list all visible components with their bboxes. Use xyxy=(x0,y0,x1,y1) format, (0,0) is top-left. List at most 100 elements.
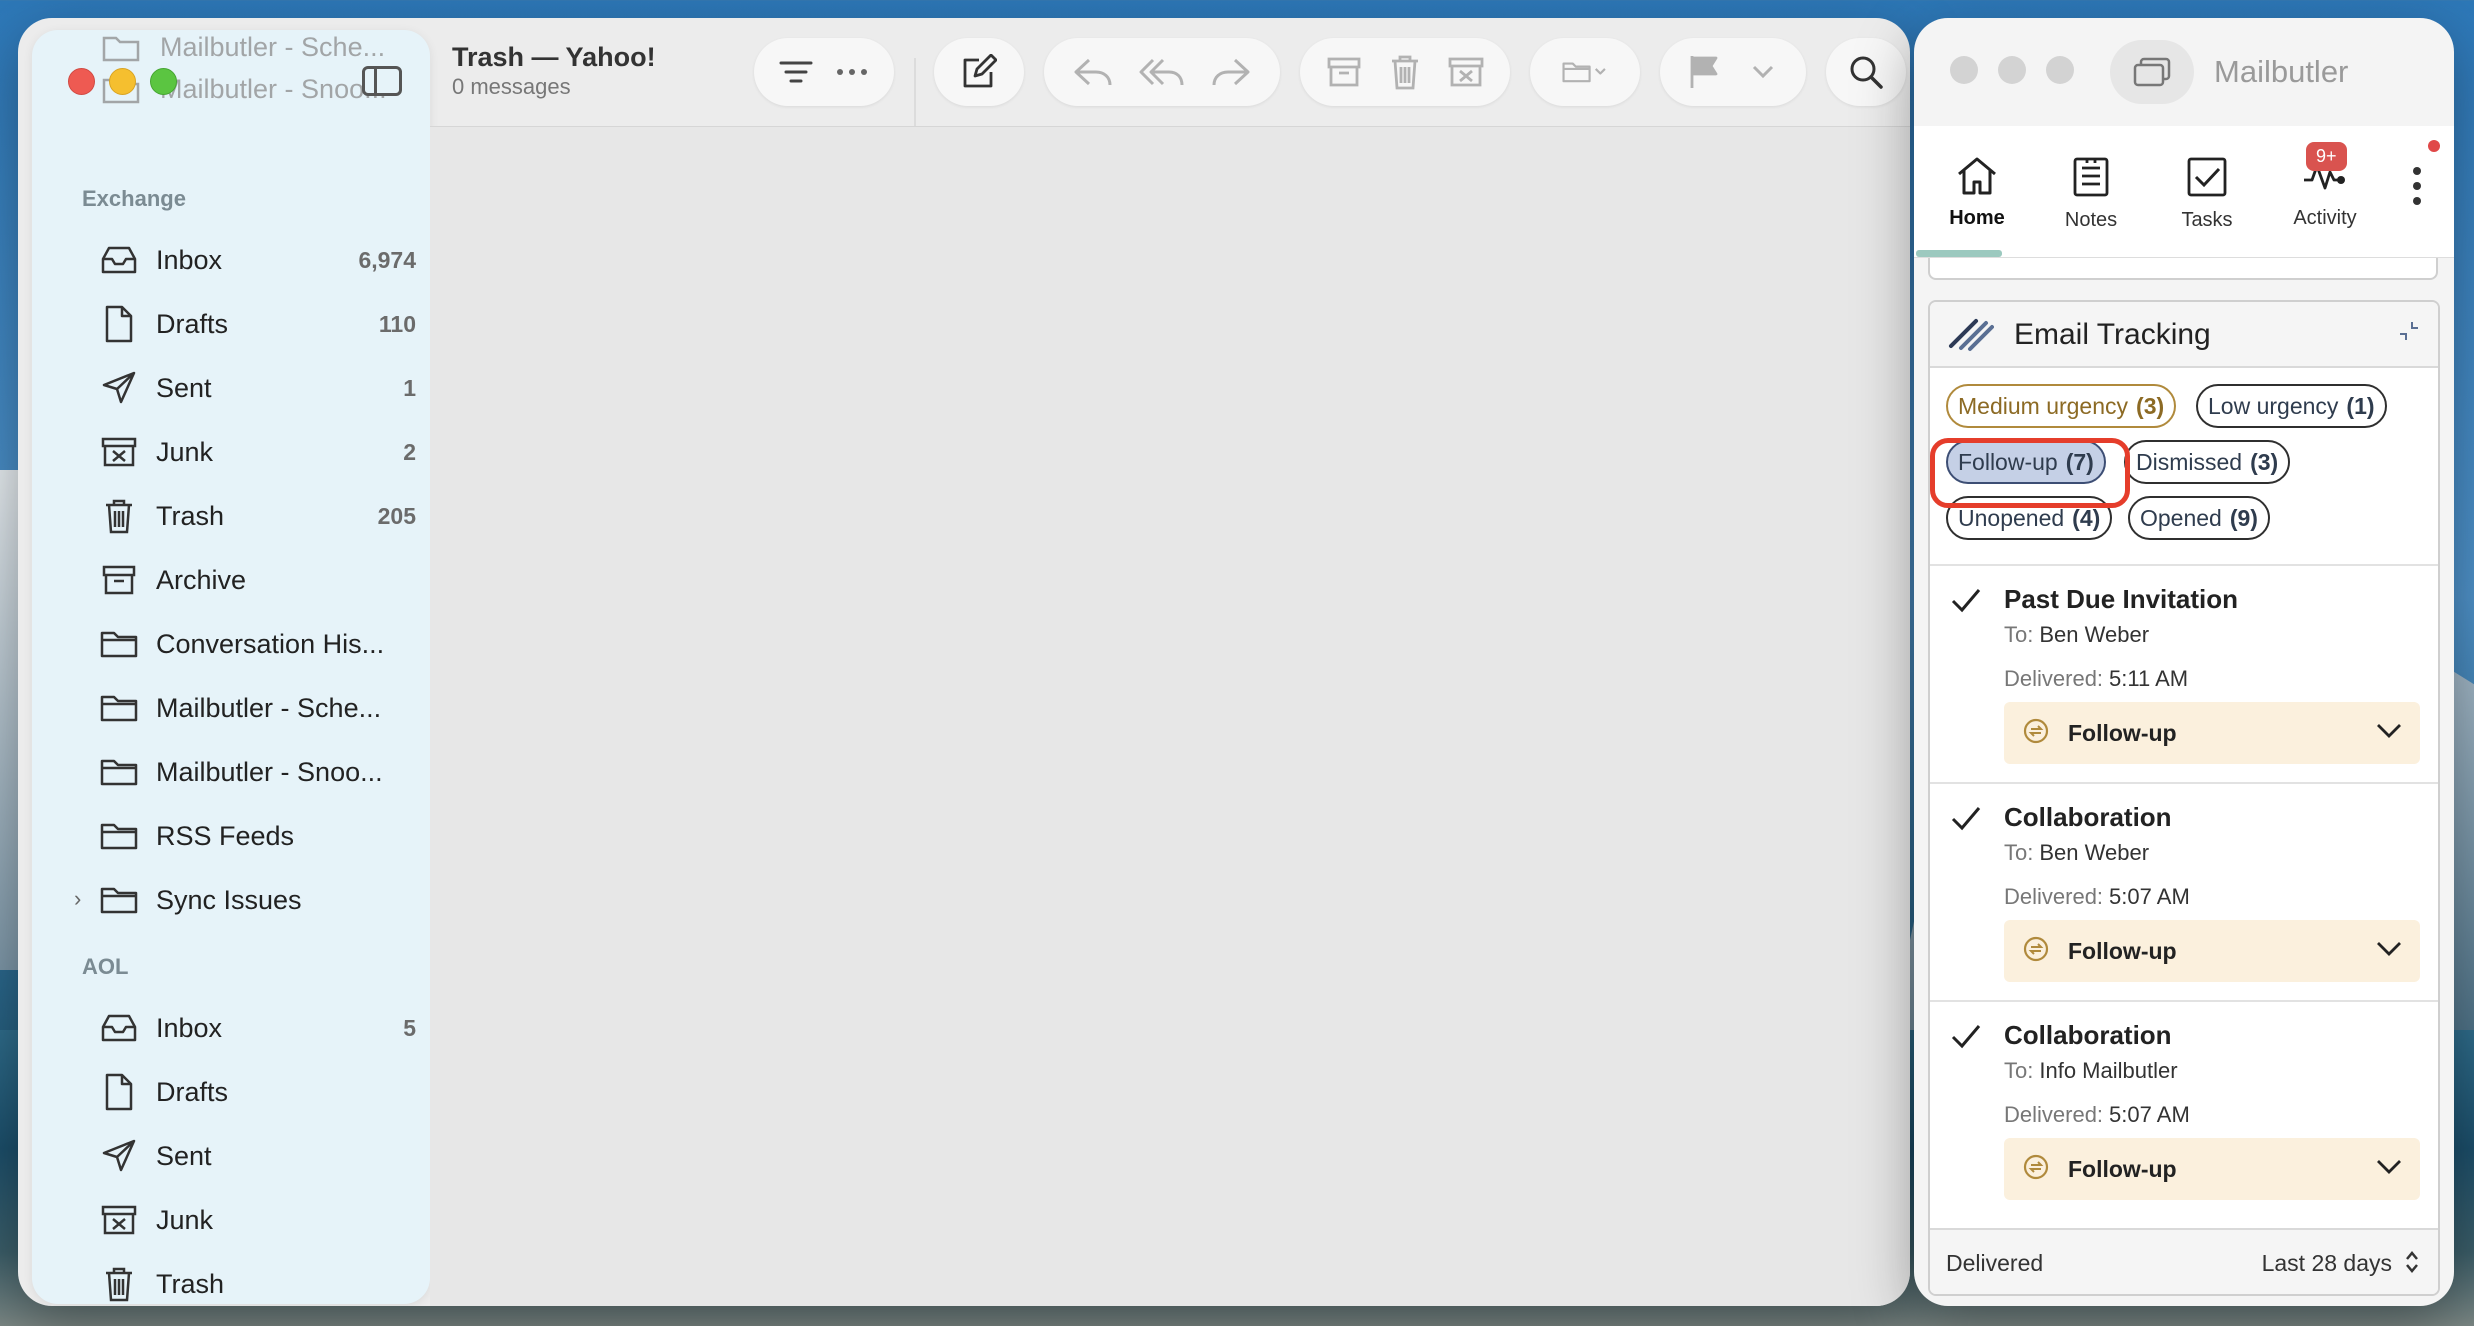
tracked-email-item[interactable]: Collaboration To: Info Mailbutler Deliver… xyxy=(1930,1000,2438,1218)
tracked-email-item[interactable]: Past Due Invitation To: Ben Weber Deliver… xyxy=(1930,564,2438,782)
paperplane-icon xyxy=(98,367,140,409)
collapse-icon[interactable] xyxy=(2396,318,2422,349)
filter-chip-opened[interactable]: Opened (9) xyxy=(2128,496,2270,540)
email-recipient: To: Ben Weber xyxy=(2004,622,2150,647)
close-window-button[interactable] xyxy=(1950,56,1978,84)
mailbutler-content: Email Tracking Medium urgency (3) Low urg… xyxy=(1928,258,2440,1306)
sidebar-item-exchange-conversation-history[interactable]: Conversation His... xyxy=(98,616,416,672)
tab-activity-label: Activity xyxy=(2293,207,2357,229)
follow-up-dropdown[interactable]: Follow-up xyxy=(2004,920,2420,982)
sidebar-item-exchange-drafts[interactable]: Drafts 110 xyxy=(98,296,416,352)
chevron-down-icon xyxy=(2376,1159,2402,1180)
sidebar-item-exchange-junk[interactable]: Junk 2 xyxy=(98,424,416,480)
updown-chevron-icon[interactable] xyxy=(2404,1248,2420,1281)
trash-icon[interactable] xyxy=(1382,49,1428,95)
sidebar-item-exchange-sent[interactable]: Sent 1 xyxy=(98,360,416,416)
sidebar-item-exchange-archive[interactable]: Archive xyxy=(98,552,416,608)
filter-chip-low-urgency[interactable]: Low urgency (1) xyxy=(2196,384,2387,428)
notification-dot xyxy=(2428,140,2440,152)
junk-icon[interactable] xyxy=(1443,49,1489,95)
sidebar-item-exchange-mailbutler-scheduled[interactable]: Mailbutler - Sche... xyxy=(98,680,416,736)
document-icon xyxy=(98,303,140,345)
toolbar-reply-group xyxy=(1044,38,1280,106)
home-icon xyxy=(1958,157,1996,195)
previous-card-edge xyxy=(1928,258,2438,280)
active-tab-indicator xyxy=(1916,250,2002,257)
reply-icon[interactable] xyxy=(1070,49,1116,95)
double-check-icon xyxy=(1948,316,1994,357)
minimize-window-button[interactable] xyxy=(1998,56,2026,84)
sidebar-item-exchange-mailbutler-snoozed[interactable]: Mailbutler - Snoo... xyxy=(98,744,416,800)
follow-up-dropdown[interactable]: Follow-up xyxy=(2004,702,2420,764)
sidebar-item-exchange-trash[interactable]: Trash 205 xyxy=(98,488,416,544)
chevron-down-icon xyxy=(2376,941,2402,962)
close-window-button[interactable] xyxy=(68,68,95,95)
toolbar-archive-group xyxy=(1300,38,1510,106)
filter-chip-dismissed[interactable]: Dismissed (3) xyxy=(2124,440,2291,484)
compose-icon[interactable] xyxy=(956,49,1002,95)
email-tracking-header: Email Tracking xyxy=(1930,302,2438,368)
archive-icon xyxy=(98,559,140,601)
chevron-down-icon xyxy=(2376,723,2402,744)
sidebar-item-aol-junk[interactable]: Junk xyxy=(98,1192,416,1248)
toolbar-filter-group xyxy=(754,38,894,106)
tracking-footer: Delivered Last 28 days xyxy=(1930,1228,2438,1294)
mailbutler-window: Mailbutler Home Notes Tasks Activity 9+ xyxy=(1914,18,2454,1306)
sidebar-item-exchange-rss-feeds[interactable]: RSS Feeds xyxy=(98,808,416,864)
archive-icon[interactable] xyxy=(1321,49,1367,95)
sidebar-item-aol-trash[interactable]: Trash xyxy=(98,1256,416,1304)
checkmark-icon xyxy=(1950,804,1982,837)
minimize-window-button[interactable] xyxy=(109,68,136,95)
folder-icon xyxy=(98,687,140,729)
toolbar-move-group xyxy=(1530,38,1640,106)
follow-up-icon xyxy=(2022,1153,2050,1186)
window-switch-icon[interactable] xyxy=(2110,40,2194,104)
more-vertical-icon[interactable] xyxy=(2402,156,2432,216)
follow-up-dropdown[interactable]: Follow-up xyxy=(2004,1138,2420,1200)
search-icon[interactable] xyxy=(1843,49,1889,95)
forward-icon[interactable] xyxy=(1208,49,1254,95)
toolbar-search-group xyxy=(1826,38,1906,106)
email-subject: Collaboration xyxy=(2004,802,2172,832)
tab-notes[interactable]: Notes xyxy=(2036,156,2146,232)
email-delivered: Delivered: 5:11 AM xyxy=(2004,666,2189,691)
filter-chip-medium-urgency[interactable]: Medium urgency (3) xyxy=(1946,384,2177,428)
sidebar-toggle-icon[interactable] xyxy=(362,66,402,96)
move-to-folder-icon[interactable] xyxy=(1562,49,1608,95)
zoom-window-button[interactable] xyxy=(150,68,177,95)
flag-icon[interactable] xyxy=(1681,49,1727,95)
trash-icon xyxy=(98,495,140,537)
email-recipient: To: Info Mailbutler xyxy=(2004,1058,2178,1083)
ghost-folder-row: Mailbutler - Sche... xyxy=(102,32,385,63)
mailbutler-title: Mailbutler xyxy=(2214,54,2349,89)
chevron-down-icon[interactable] xyxy=(1740,49,1786,95)
junk-icon xyxy=(98,1199,140,1241)
toolbar-compose-group xyxy=(934,38,1024,106)
sidebar-item-exchange-inbox[interactable]: Inbox 6,974 xyxy=(98,232,416,288)
sidebar-item-aol-drafts[interactable]: Drafts xyxy=(98,1064,416,1120)
sidebar-item-aol-sent[interactable]: Sent xyxy=(98,1128,416,1184)
document-icon xyxy=(98,1071,140,1113)
reply-all-icon[interactable] xyxy=(1139,49,1185,95)
chevron-right-icon[interactable]: › xyxy=(74,886,81,912)
notes-icon xyxy=(2073,157,2109,197)
sidebar-item-exchange-sync-issues[interactable]: Sync Issues xyxy=(98,872,416,928)
tab-tasks-label: Tasks xyxy=(2181,209,2233,231)
date-range-select[interactable]: Last 28 days xyxy=(2262,1250,2392,1277)
section-exchange: Exchange xyxy=(82,186,186,211)
highlight-annotation xyxy=(1930,438,2130,508)
email-tracking-card: Email Tracking Medium urgency (3) Low urg… xyxy=(1928,300,2440,1296)
tracked-email-item[interactable]: Collaboration To: Ben Weber Delivered: 5:0… xyxy=(1930,782,2438,1000)
zoom-window-button[interactable] xyxy=(2046,56,2074,84)
more-options-icon[interactable] xyxy=(829,49,875,95)
tab-home[interactable]: Home xyxy=(1922,156,2032,230)
message-list-empty xyxy=(430,126,1910,1306)
sidebar-item-aol-inbox[interactable]: Inbox 5 xyxy=(98,1000,416,1056)
tab-tasks[interactable]: Tasks xyxy=(2152,156,2262,232)
email-recipient: To: Ben Weber xyxy=(2004,840,2150,865)
toolbar-flag-group xyxy=(1660,38,1806,106)
email-subject: Past Due Invitation xyxy=(2004,584,2239,614)
filter-icon[interactable] xyxy=(773,49,819,95)
email-delivered: Delivered: 5:07 AM xyxy=(2004,1102,2190,1127)
checkmark-icon xyxy=(1950,586,1982,619)
